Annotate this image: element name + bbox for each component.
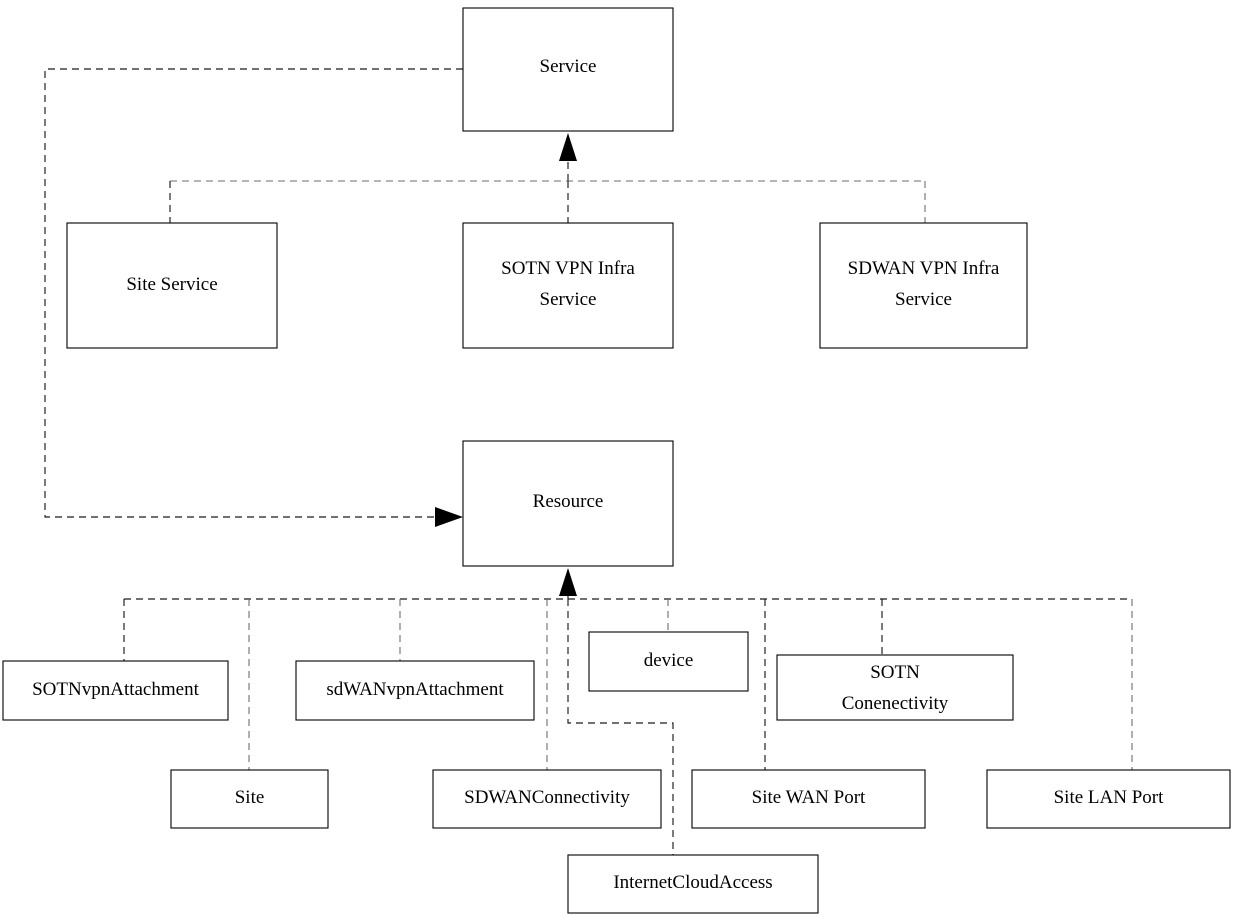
node-site-service[interactable]: Site Service [66, 222, 278, 349]
arrowhead-icon [435, 507, 463, 527]
node-label-line: SDWANConnectivity [464, 787, 630, 808]
diagram-canvas: Service Site Service SOTN VPN Infra Service… [2, 7, 1231, 914]
connector-service-generalization-stem [559, 133, 577, 181]
node-label-line: Site LAN Port [1054, 787, 1165, 808]
node-label-line: SOTN [870, 662, 920, 683]
node-label-line: Service [540, 289, 597, 310]
node-internet-cloud-access[interactable]: InternetCloudAccess [567, 854, 819, 914]
node-label: Site WAN Port [752, 787, 866, 808]
node-label-line: device [644, 650, 694, 671]
arrowhead-icon [559, 133, 577, 161]
node-label: device [644, 650, 694, 671]
node-layer: Service Site Service SOTN VPN Infra Service… [2, 7, 1231, 914]
node-label-line: Service [895, 289, 952, 310]
node-label: Site LAN Port [1054, 787, 1165, 808]
node-label-line: SOTN VPN Infra [501, 258, 635, 279]
node-label-line: sdWANvpnAttachment [326, 679, 504, 700]
arrowhead-icon [559, 568, 577, 596]
node-site-wan-port[interactable]: Site WAN Port [691, 769, 926, 829]
connector-resource-generalization-stem [559, 568, 577, 599]
node-label: Service [540, 56, 597, 77]
node-label-line: Site WAN Port [752, 787, 866, 808]
node-label-line: Site Service [126, 274, 217, 295]
node-label: Site [235, 787, 265, 808]
node-box[interactable] [819, 222, 1028, 349]
node-site-lan-port[interactable]: Site LAN Port [986, 769, 1231, 829]
node-sdwan-vpn-attachment[interactable]: sdWANvpnAttachment [295, 660, 535, 721]
node-label: Resource [533, 491, 604, 512]
node-site[interactable]: Site [170, 769, 329, 829]
node-service[interactable]: Service [462, 7, 674, 132]
node-label-line: Site [235, 787, 265, 808]
node-label: sdWANvpnAttachment [326, 679, 504, 700]
node-sotn-conenectivity[interactable]: SOTN Conenectivity [776, 654, 1014, 721]
node-sdwan-vpn-infra-service[interactable]: SDWAN VPN Infra Service [819, 222, 1028, 349]
node-box[interactable] [462, 222, 674, 349]
node-label-line: SOTNvpnAttachment [32, 679, 199, 700]
node-resource[interactable]: Resource [462, 440, 674, 567]
node-label: SOTNvpnAttachment [32, 679, 199, 700]
node-label: InternetCloudAccess [613, 872, 772, 893]
node-label: Site Service [126, 274, 217, 295]
node-sdwan-connectivity[interactable]: SDWANConnectivity [432, 769, 662, 829]
node-label-line: Conenectivity [842, 693, 949, 714]
node-label-line: InternetCloudAccess [613, 872, 772, 893]
node-label-line: Resource [533, 491, 604, 512]
node-device[interactable]: device [588, 631, 749, 692]
node-label-line: Service [540, 56, 597, 77]
class-diagram-root: Service Site Service SOTN VPN Infra Service… [0, 0, 1240, 917]
node-sotn-vpn-attachment[interactable]: SOTNvpnAttachment [2, 660, 229, 721]
node-sotn-vpn-infra-service[interactable]: SOTN VPN Infra Service [462, 222, 674, 349]
node-label-line: SDWAN VPN Infra [848, 258, 1000, 279]
node-label: SDWANConnectivity [464, 787, 630, 808]
